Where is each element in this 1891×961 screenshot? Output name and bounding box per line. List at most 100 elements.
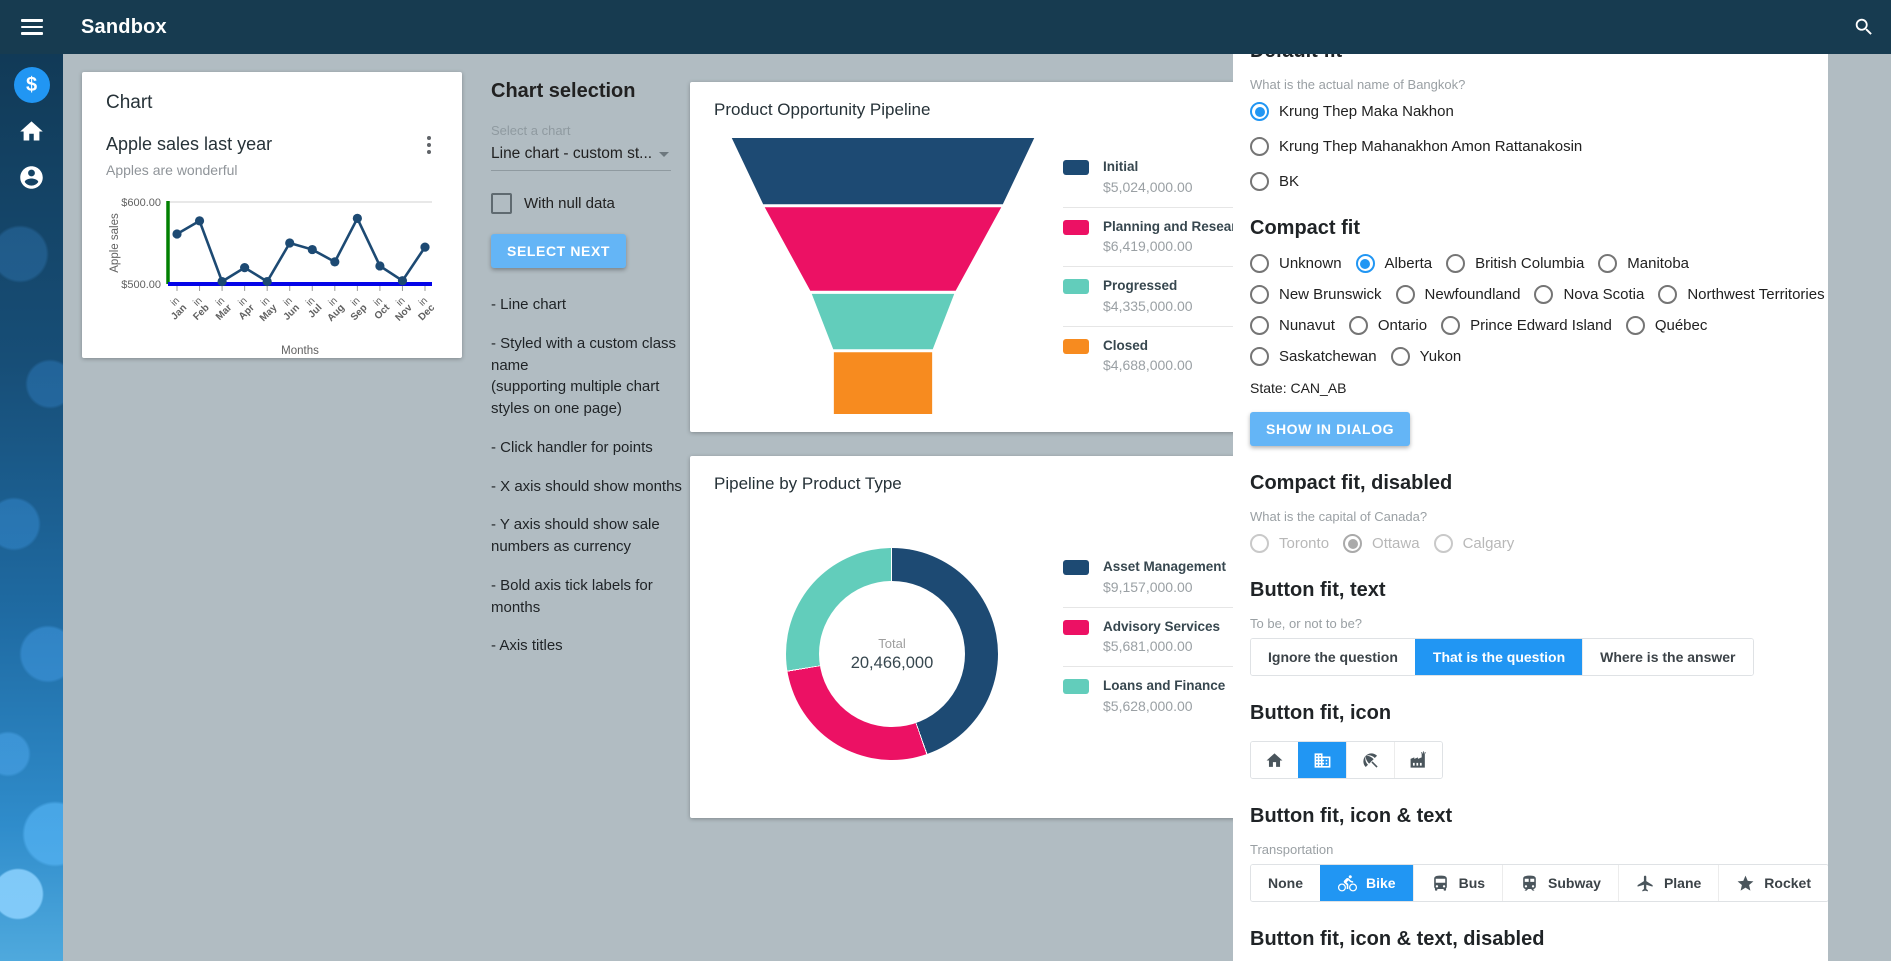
radio-option[interactable]: Newfoundland	[1396, 285, 1521, 304]
radio-label: Krung Thep Maka Nakhon	[1279, 103, 1454, 120]
radio-icon	[1396, 285, 1415, 304]
radio-label: Nunavut	[1279, 317, 1335, 334]
radio-option[interactable]: Northwest Territories	[1658, 285, 1824, 304]
radio-option[interactable]: Alberta	[1356, 254, 1433, 273]
sidebar: $	[0, 54, 63, 961]
panel-title: Chart selection	[491, 80, 691, 103]
toggle-button-that-is-the-question[interactable]: That is the question	[1415, 639, 1582, 675]
radio-group-provinces: Unknown Alberta British Columbia Manitoba Ne…	[1250, 254, 1810, 366]
radio-option[interactable]: British Columbia	[1446, 254, 1584, 273]
radio-option[interactable]: Québec	[1626, 316, 1708, 335]
toggle-button-rocket[interactable]: Rocket	[1718, 865, 1828, 901]
search-icon[interactable]	[1837, 0, 1891, 54]
checkbox-icon[interactable]	[491, 193, 512, 214]
radio-option[interactable]: Nunavut	[1250, 316, 1335, 335]
show-in-dialog-button[interactable]: SHOW IN DIALOG	[1250, 412, 1410, 446]
radio-icon	[1356, 254, 1375, 273]
radio-label: Alberta	[1385, 255, 1433, 272]
toggle-button[interactable]	[1346, 742, 1394, 778]
radio-option[interactable]: Prince Edward Island	[1441, 316, 1612, 335]
radio-option[interactable]: Ontario	[1349, 316, 1427, 335]
sidebar-item-sales[interactable]: $	[0, 62, 63, 108]
legend-name: Advisory Services	[1103, 619, 1220, 635]
radio-option[interactable]: Krung Thep Maka Nakhon	[1250, 102, 1454, 121]
radio-label: Newfoundland	[1425, 286, 1521, 303]
button-label: That is the question	[1433, 649, 1565, 665]
button-label: Subway	[1548, 875, 1601, 891]
select-label: Select a chart	[491, 123, 691, 138]
sidebar-item-home[interactable]	[0, 108, 63, 154]
toggle-button[interactable]	[1251, 742, 1298, 778]
donut-card: Pipeline by Product Type Total 20,466,00…	[690, 456, 1273, 818]
radio-option[interactable]: Krung Thep Mahanakhon Amon Rattanakosin	[1250, 137, 1582, 156]
radio-option[interactable]: BK	[1250, 172, 1299, 191]
legend-item: Initial $5,024,000.00	[1063, 148, 1253, 207]
toggle-button-where-is-the-answer[interactable]: Where is the answer	[1582, 639, 1752, 675]
radio-icon	[1534, 285, 1553, 304]
funnel-chart[interactable]	[718, 138, 1048, 419]
factory-icon	[1409, 751, 1428, 770]
null-data-checkbox-row[interactable]: With null data	[491, 193, 691, 214]
legend-item: Progressed $4,335,000.00	[1063, 266, 1253, 326]
radio-option[interactable]: Yukon	[1391, 347, 1462, 366]
radio-option[interactable]: Nova Scotia	[1534, 285, 1644, 304]
legend-value: $5,681,000.00	[1103, 638, 1220, 654]
radio-label: Québec	[1655, 317, 1708, 334]
legend-item: Closed $4,688,000.00	[1063, 326, 1253, 386]
toggle-button[interactable]	[1298, 742, 1346, 778]
apple-sales-line-chart[interactable]: $600.00$500.00inJaninFebinMarinAprinMayi…	[106, 186, 438, 363]
donut-total-value: 20,466,000	[851, 654, 934, 673]
radio-option: Toronto	[1250, 534, 1329, 553]
toggle-button-ignore-the-question[interactable]: Ignore the question	[1251, 639, 1415, 675]
button-group-transportation: None Bike Bus Subway PlaneRocket	[1250, 864, 1828, 902]
toggle-button-plane[interactable]: Plane	[1618, 865, 1718, 901]
radio-label: Northwest Territories	[1687, 286, 1824, 303]
legend-item: Asset Management $9,157,000.00	[1063, 548, 1253, 607]
chart-select-value: Line chart - custom st...	[491, 145, 652, 163]
sidebar-item-account[interactable]	[0, 154, 63, 200]
radio-option[interactable]: Manitoba	[1598, 254, 1689, 273]
section-heading-button-fit-icon-text-disabled: Button fit, icon & text, disabled	[1250, 928, 1810, 951]
field-label: To be, or not to be?	[1250, 616, 1810, 631]
legend-swatch	[1063, 339, 1089, 354]
radio-option[interactable]: Unknown	[1250, 254, 1342, 273]
menu-icon[interactable]	[0, 0, 63, 54]
radio-label: New Brunswick	[1279, 286, 1382, 303]
chart-note: - Line chart	[491, 294, 691, 316]
fit-examples-panel: Default fit What is the actual name of B…	[1233, 0, 1828, 961]
account-icon	[18, 164, 45, 191]
legend-swatch	[1063, 220, 1089, 235]
legend-name: Planning and Research	[1103, 219, 1252, 235]
app-title: Sandbox	[81, 16, 167, 39]
legend-name: Closed	[1103, 338, 1193, 354]
radio-icon	[1446, 254, 1465, 273]
radio-option[interactable]: Saskatchewan	[1250, 347, 1377, 366]
legend-swatch	[1063, 620, 1089, 635]
toggle-button-bus[interactable]: Bus	[1413, 865, 1502, 901]
toggle-button[interactable]	[1394, 742, 1442, 778]
select-next-button[interactable]: SELECT NEXT	[491, 234, 626, 268]
toggle-button-bike[interactable]: Bike	[1320, 865, 1413, 901]
toggle-button-none[interactable]: None	[1251, 865, 1320, 901]
button-label: Bike	[1366, 875, 1396, 891]
radio-icon	[1250, 254, 1269, 273]
donut-legend: Asset Management $9,157,000.00 Advisory …	[1063, 548, 1253, 726]
radio-label: Manitoba	[1627, 255, 1689, 272]
chart-note: - Axis titles	[491, 635, 691, 657]
radio-label: Unknown	[1279, 255, 1342, 272]
chart-note: - Y axis should show sale numbers as cur…	[491, 514, 691, 558]
radio-label: Calgary	[1463, 535, 1515, 552]
radio-label: Yukon	[1420, 348, 1462, 365]
donut-total-label: Total	[878, 636, 905, 651]
bus-icon	[1431, 874, 1450, 893]
legend-item: Planning and Research $6,419,000.00	[1063, 207, 1253, 267]
radio-option[interactable]: New Brunswick	[1250, 285, 1382, 304]
chart-select[interactable]: Line chart - custom st...	[491, 140, 671, 171]
donut-chart[interactable]: Total 20,466,000	[786, 548, 998, 760]
radio-icon	[1250, 534, 1269, 553]
button-label: Bus	[1459, 875, 1485, 891]
toggle-button-subway[interactable]: Subway	[1502, 865, 1618, 901]
chart-note: - Styled with a custom class name (suppo…	[491, 333, 691, 420]
svg-text:inOct: inOct	[365, 295, 392, 322]
more-options-icon[interactable]	[420, 134, 438, 156]
